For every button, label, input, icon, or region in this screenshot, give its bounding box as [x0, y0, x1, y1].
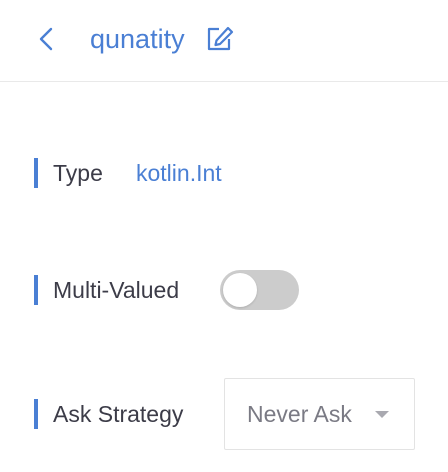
- chevron-left-icon: [39, 27, 53, 51]
- ask-strategy-selected-value: Never Ask: [247, 401, 352, 427]
- type-row-marker: [34, 158, 38, 188]
- ask-strategy-select[interactable]: Never Ask: [224, 378, 415, 450]
- multi-valued-toggle[interactable]: [220, 270, 299, 310]
- multi-valued-label: Multi-Valued: [53, 277, 180, 303]
- edit-icon: [207, 26, 234, 51]
- caret-down-icon: [375, 411, 389, 418]
- back-button[interactable]: [36, 26, 58, 52]
- ask-strategy-label: Ask Strategy: [53, 401, 184, 427]
- type-value-link[interactable]: kotlin.Int: [136, 158, 222, 188]
- toggle-knob: [223, 273, 257, 307]
- ask-strategy-row-marker: [34, 399, 38, 429]
- page-title: qunatity: [90, 24, 185, 54]
- edit-title-button[interactable]: [206, 26, 234, 52]
- multi-valued-row-marker: [34, 275, 38, 305]
- header-bar: qunatity: [0, 0, 448, 82]
- type-label: Type: [53, 160, 103, 186]
